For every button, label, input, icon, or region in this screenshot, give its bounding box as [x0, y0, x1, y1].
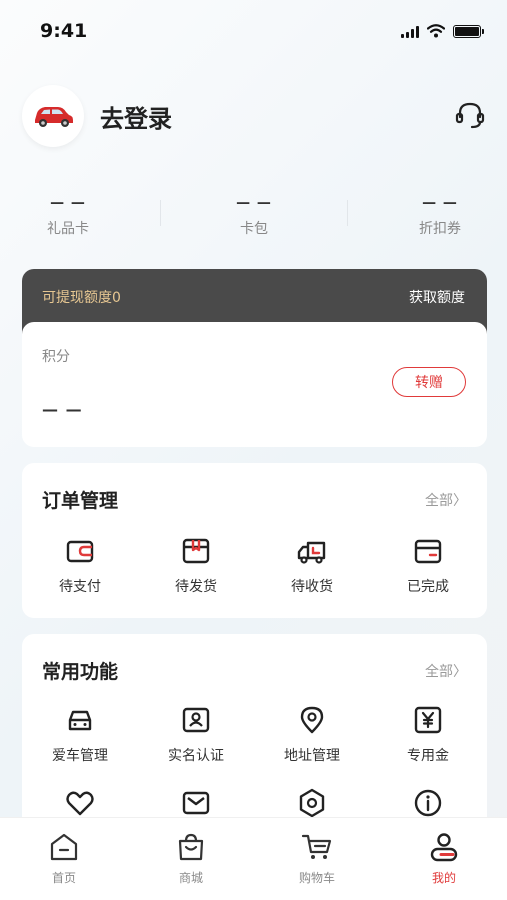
tab-home[interactable]: 首页	[24, 831, 104, 886]
grid-label: 实名认证	[168, 748, 224, 764]
truck-icon	[297, 541, 326, 564]
grid-label: 地址管理	[284, 748, 340, 764]
get-quota-link[interactable]: 获取额度	[409, 287, 465, 307]
yen-icon	[414, 706, 442, 734]
order-pending-payment[interactable]: 待支付	[22, 535, 138, 596]
points-label: 积分	[42, 349, 70, 365]
wallet-icon	[66, 540, 94, 563]
tab-label: 购物车	[298, 871, 335, 885]
section-title: 订单管理	[42, 490, 119, 512]
mail-icon	[182, 791, 210, 815]
feature-messages[interactable]	[138, 787, 254, 819]
feature-car-management[interactable]: 爱车管理	[22, 704, 138, 765]
stat-card-wallet[interactable]: — — 卡包	[194, 196, 314, 238]
divider	[160, 200, 161, 226]
order-completed[interactable]: 已完成	[370, 535, 486, 596]
shopping-bag-icon	[178, 833, 204, 861]
login-link[interactable]: 去登录	[100, 99, 172, 134]
divider	[347, 200, 348, 226]
stat-value: — —	[236, 195, 272, 211]
stat-value: — —	[50, 195, 86, 211]
grid-label: 待发货	[175, 579, 217, 595]
stat-label: 礼品卡	[47, 221, 89, 237]
feature-about[interactable]	[370, 787, 486, 819]
wifi-icon	[427, 24, 445, 38]
stat-label: 卡包	[240, 221, 268, 237]
order-to-ship[interactable]: 待发货	[138, 535, 254, 596]
points-card: 积分 — — 转赠	[22, 322, 487, 447]
feature-address-management[interactable]: 地址管理	[254, 704, 370, 765]
customer-service-icon[interactable]	[453, 99, 487, 133]
tab-mine[interactable]: 我的	[404, 831, 484, 886]
package-icon	[182, 538, 210, 564]
grid-label: 待收货	[291, 579, 333, 595]
grid-label: 待支付	[59, 579, 101, 595]
stat-gift-card[interactable]: — — 礼品卡	[8, 196, 128, 238]
stat-label: 折扣券	[419, 221, 461, 237]
hexagon-icon	[299, 788, 325, 818]
features-section: 常用功能 全部〉 爱车管理 实名认证 地址管理 专用金	[22, 634, 487, 824]
battery-icon	[453, 24, 484, 38]
cart-icon	[301, 834, 332, 859]
grid-label: 专用金	[407, 748, 449, 764]
feature-real-name-auth[interactable]: 实名认证	[138, 704, 254, 765]
profile-icon	[430, 833, 458, 862]
grid-label: 爱车管理	[52, 748, 108, 764]
tab-label: 商城	[178, 871, 203, 885]
tab-label: 我的	[431, 871, 456, 885]
status-bar: 9:41	[0, 0, 507, 62]
section-title: 常用功能	[42, 661, 119, 683]
id-card-icon	[182, 707, 210, 733]
tab-label: 首页	[51, 871, 76, 885]
transfer-button[interactable]: 转赠	[392, 367, 466, 397]
feature-settings[interactable]	[254, 787, 370, 819]
status-time: 9:41	[40, 20, 88, 42]
avatar[interactable]	[22, 85, 84, 147]
orders-view-all-link[interactable]: 全部〉	[425, 490, 467, 510]
status-icons	[401, 24, 484, 38]
points-value: — —	[42, 400, 83, 419]
car-icon	[35, 107, 73, 127]
feature-favorites[interactable]	[22, 787, 138, 819]
tab-cart[interactable]: 购物车	[277, 831, 357, 886]
card-done-icon	[414, 539, 442, 564]
grid-label: 已完成	[407, 579, 449, 595]
profile-header: 去登录	[22, 85, 487, 147]
order-to-receive[interactable]: 待收货	[254, 535, 370, 596]
orders-section: 订单管理 全部〉 待支付 待发货 待收货 已完成	[22, 463, 487, 618]
stat-coupons[interactable]: — — 折扣券	[380, 196, 500, 238]
heart-icon	[66, 791, 94, 816]
cellular-signal-icon	[401, 25, 419, 38]
account-stats: — — 礼品卡 — — 卡包 — — 折扣券	[0, 196, 507, 240]
stat-value: — —	[422, 195, 458, 211]
bottom-tab-bar: 首页 商城 购物车 我的	[0, 817, 507, 900]
info-icon	[414, 789, 442, 817]
features-view-all-link[interactable]: 全部〉	[425, 661, 467, 681]
tab-mall[interactable]: 商城	[151, 831, 231, 886]
cash-quota-label: 可提现额度0	[42, 290, 121, 306]
location-icon	[300, 706, 324, 734]
car-outline-icon	[68, 710, 92, 731]
home-icon	[50, 833, 78, 861]
feature-dedicated-fund[interactable]: 专用金	[370, 704, 486, 765]
